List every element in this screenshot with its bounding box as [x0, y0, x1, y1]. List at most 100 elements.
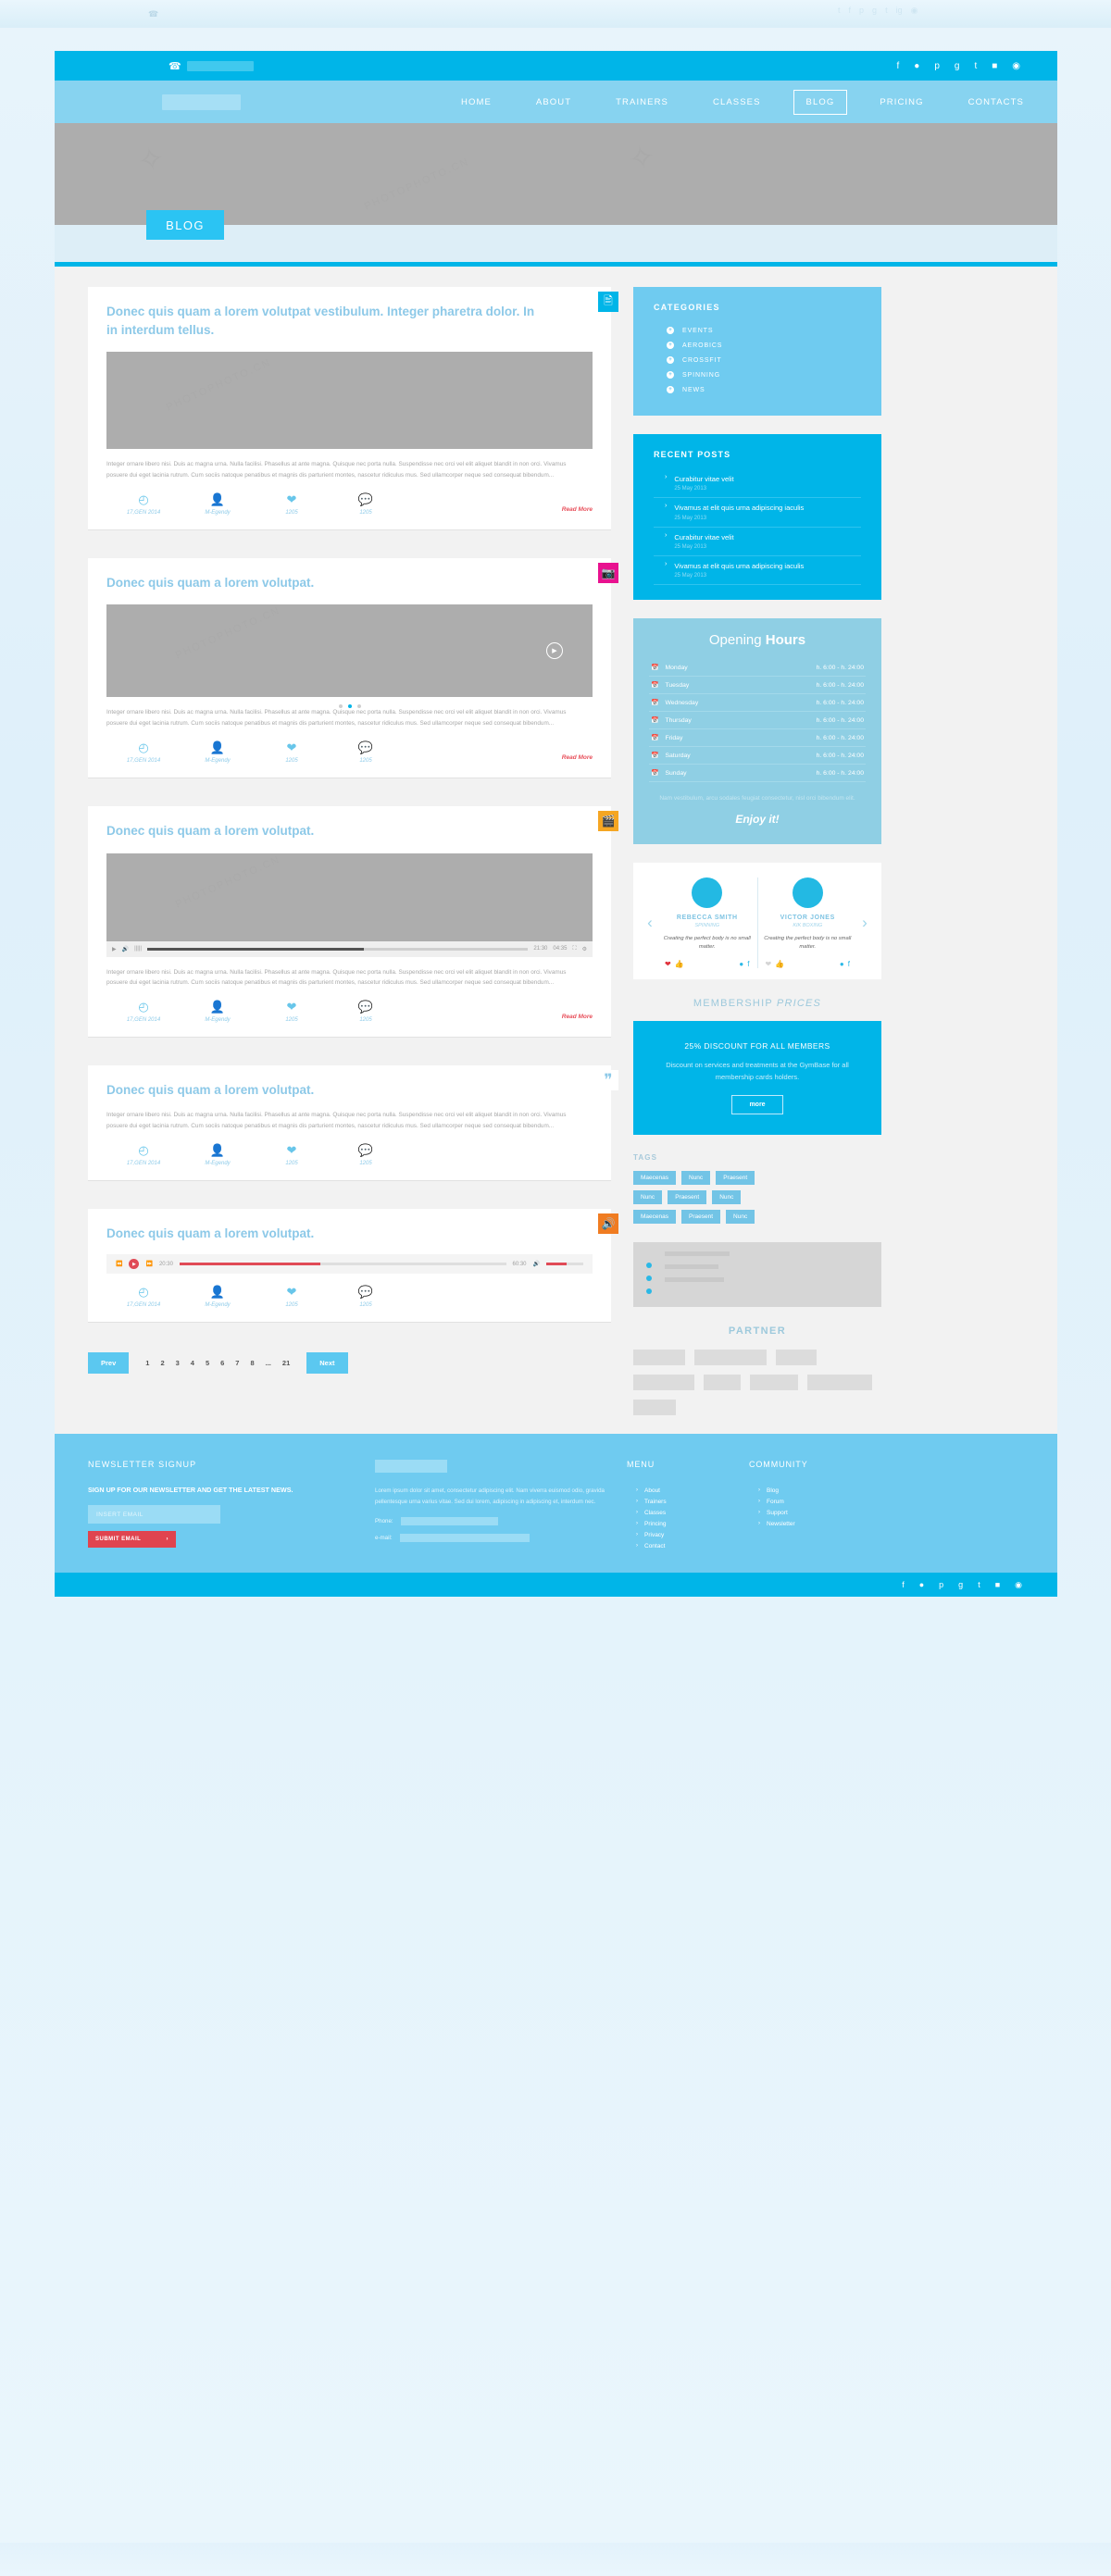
tag-item[interactable]: Nunc: [726, 1209, 755, 1224]
audio-volume-slider[interactable]: [546, 1263, 583, 1266]
facebook-icon[interactable]: f: [902, 1580, 905, 1590]
audio-play-icon[interactable]: ▶: [129, 1259, 140, 1270]
footer-community-item-support[interactable]: › Support: [749, 1508, 851, 1519]
facebook-icon[interactable]: f: [896, 61, 899, 71]
pinterest-icon[interactable]: p: [934, 61, 940, 71]
footer-menu-item-about[interactable]: › About: [627, 1486, 729, 1497]
post-title[interactable]: Donec quis quam a lorem volutpat.: [106, 574, 542, 592]
nav-item-home[interactable]: HOME: [449, 91, 504, 114]
thumbs-up-icon[interactable]: 👍: [675, 960, 684, 968]
post-title[interactable]: Donec quis quam a lorem volutpat.: [106, 1081, 542, 1100]
video-play-icon[interactable]: ▶: [112, 946, 117, 952]
pagination-page[interactable]: 2: [155, 1359, 169, 1367]
googleplus-icon[interactable]: g: [872, 6, 877, 16]
nav-item-contacts[interactable]: CONTACTS: [956, 91, 1036, 114]
category-item-aerobics[interactable]: + AEROBICS: [654, 338, 861, 353]
pinterest-icon[interactable]: p: [939, 1580, 943, 1590]
heart-icon[interactable]: ❤: [665, 960, 671, 968]
footer-menu-item-classes[interactable]: › Classes: [627, 1508, 729, 1519]
twitter-icon[interactable]: t: [838, 6, 841, 16]
video-progress-track[interactable]: [146, 947, 529, 951]
audio-player[interactable]: ⏪ ▶ ⏩ 20:30 60:30 🔊: [106, 1254, 593, 1275]
category-item-spinning[interactable]: + SPINNING: [654, 367, 861, 382]
tag-item[interactable]: Maecenas: [633, 1209, 676, 1224]
read-more-link[interactable]: Read More: [562, 506, 593, 513]
nav-item-blog[interactable]: BLOG: [793, 89, 848, 115]
facebook-icon[interactable]: f: [848, 960, 850, 968]
read-more-link[interactable]: Read More: [562, 1014, 593, 1020]
post-meta-likes[interactable]: ❤ 1205: [255, 1144, 329, 1166]
pagination-page[interactable]: 8: [244, 1359, 259, 1367]
audio-progress-track[interactable]: [179, 1263, 506, 1266]
twitter-icon[interactable]: ●: [914, 61, 919, 71]
pagination-page[interactable]: 21: [277, 1359, 295, 1367]
video-player-controls[interactable]: ▶ 🔊 ||||| 21:30 04:35 ⛶ ⚙: [106, 940, 593, 957]
audio-volume-icon[interactable]: 🔊: [533, 1261, 540, 1267]
newsletter-email-input[interactable]: INSERT EMAIL: [88, 1505, 220, 1524]
nav-item-classes[interactable]: CLASSES: [701, 91, 773, 114]
pagination-page[interactable]: 5: [200, 1359, 215, 1367]
video-settings-icon[interactable]: ⚙: [582, 946, 587, 952]
newsletter-submit-button[interactable]: SUBMIT EMAIL ›: [88, 1531, 176, 1549]
post-meta-comments[interactable]: 💬 1205: [329, 1001, 403, 1023]
pagination-page[interactable]: 6: [215, 1359, 230, 1367]
pagination-page[interactable]: 3: [170, 1359, 185, 1367]
video-volume-icon[interactable]: 🔊: [122, 946, 129, 952]
post-gallery-slider[interactable]: PHOTOPHOTO.CN ▶: [106, 604, 593, 709]
instagram-icon[interactable]: ■: [995, 1580, 1000, 1590]
post-meta-comments[interactable]: 💬 1205: [329, 1144, 403, 1166]
googleplus-icon[interactable]: g: [955, 61, 960, 71]
instagram-icon[interactable]: ■: [992, 61, 997, 71]
rss-icon[interactable]: ◉: [911, 6, 918, 16]
post-meta-likes[interactable]: ❤ 1205: [255, 741, 329, 764]
twitter-icon[interactable]: ●: [739, 960, 743, 968]
nav-item-pricing[interactable]: PRICING: [868, 91, 935, 114]
post-meta-comments[interactable]: 💬 1205: [329, 493, 403, 516]
nav-item-trainers[interactable]: TRAINERS: [604, 91, 680, 114]
membership-more-button[interactable]: more: [731, 1094, 783, 1114]
post-title[interactable]: Donec quis quam a lorem volutpat.: [106, 1225, 542, 1243]
gallery-dot-active[interactable]: [347, 704, 352, 709]
tumblr-icon[interactable]: t: [974, 61, 977, 71]
category-item-events[interactable]: + EVENTS: [654, 323, 861, 338]
video-fullscreen-icon[interactable]: ⛶: [572, 946, 576, 952]
tag-item[interactable]: Nunc: [681, 1170, 711, 1185]
post-meta-likes[interactable]: ❤ 1205: [255, 1286, 329, 1308]
gallery-dots[interactable]: [338, 704, 361, 709]
rss-icon[interactable]: ◉: [1012, 61, 1020, 71]
audio-prev-icon[interactable]: ⏪: [116, 1261, 122, 1267]
recent-post-item[interactable]: › Curabitur vitae velit 25 May 2013: [654, 528, 861, 556]
footer-menu-item-trainers[interactable]: › Trainers: [627, 1497, 729, 1508]
tumblr-icon[interactable]: t: [885, 6, 888, 16]
post-meta-likes[interactable]: ❤ 1205: [255, 1001, 329, 1023]
heart-icon[interactable]: ❤: [766, 960, 772, 968]
gallery-dot[interactable]: [356, 704, 361, 709]
pagination-next-button[interactable]: Next: [306, 1352, 348, 1375]
footer-menu-item-pricing[interactable]: › Princing: [627, 1519, 729, 1530]
tag-item[interactable]: Praesent: [668, 1189, 707, 1204]
post-title[interactable]: Donec quis quam a lorem volutpat.: [106, 822, 542, 840]
footer-community-item-newsletter[interactable]: › Newsletter: [749, 1519, 851, 1530]
post-video-frame[interactable]: PHOTOPHOTO.CN: [106, 852, 593, 941]
tag-item[interactable]: Maecenas: [633, 1170, 676, 1185]
pagination-prev-button[interactable]: Prev: [88, 1352, 130, 1375]
rss-icon[interactable]: ◉: [1015, 1580, 1022, 1590]
tag-item[interactable]: Nunc: [712, 1189, 742, 1204]
pagination-page[interactable]: 7: [230, 1359, 244, 1367]
site-logo[interactable]: [162, 93, 241, 110]
twitter-icon[interactable]: ●: [840, 960, 844, 968]
carousel-next-icon[interactable]: ›: [857, 914, 872, 932]
post-title[interactable]: Donec quis quam a lorem volutpat vestibu…: [106, 303, 542, 339]
post-meta-comments[interactable]: 💬 1205: [329, 741, 403, 764]
footer-community-item-forum[interactable]: › Forum: [749, 1497, 851, 1508]
pagination-page[interactable]: 4: [185, 1359, 200, 1367]
post-meta-comments[interactable]: 💬 1205: [329, 1286, 403, 1308]
read-more-link[interactable]: Read More: [562, 754, 593, 761]
facebook-icon[interactable]: f: [747, 960, 749, 968]
recent-post-item[interactable]: › Vivamus at elit quis urna adipiscing i…: [654, 498, 861, 528]
gallery-dot[interactable]: [338, 704, 343, 709]
instagram-icon[interactable]: ig: [896, 6, 903, 16]
post-meta-likes[interactable]: ❤ 1205: [255, 493, 329, 516]
footer-menu-item-privacy[interactable]: › Privacy: [627, 1530, 729, 1541]
header-phone[interactable]: ☎: [169, 60, 254, 72]
